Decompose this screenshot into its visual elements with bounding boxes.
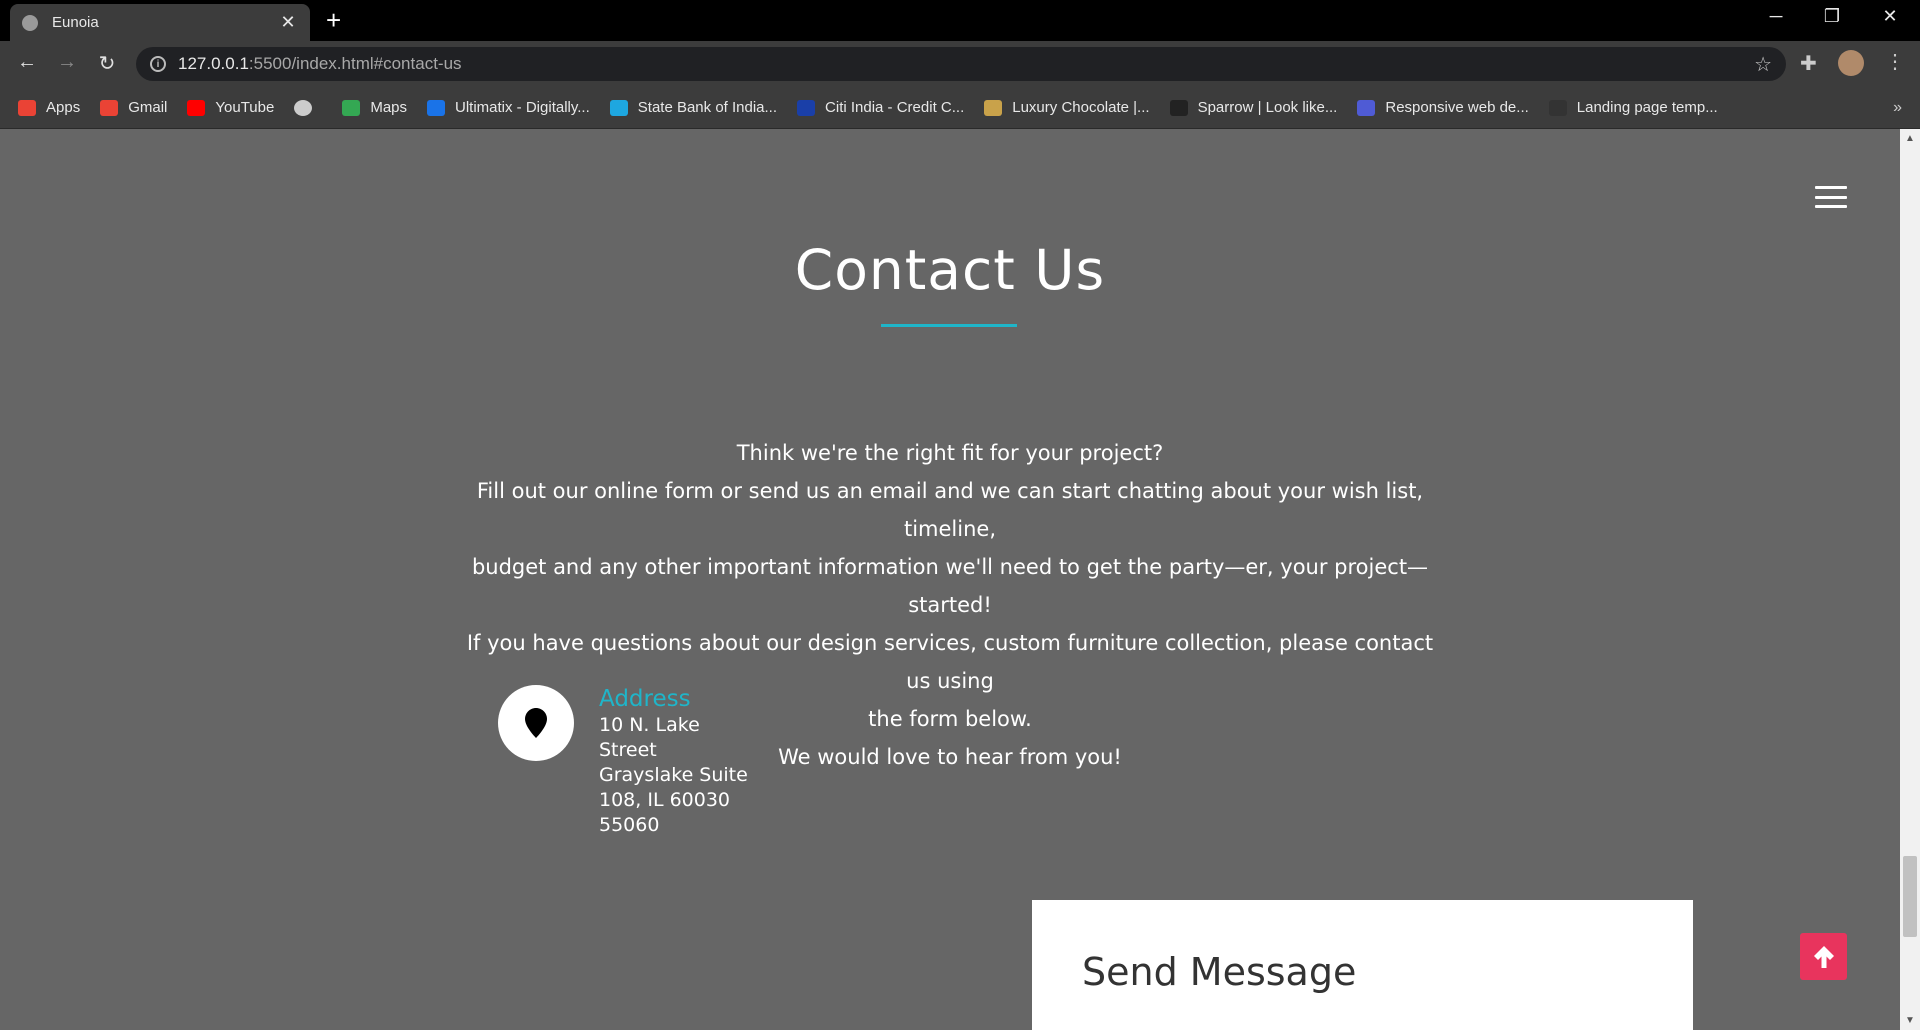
url-host: 127.0.0.1 <box>178 54 249 73</box>
page-content: Contact Us Think we're the right fit for… <box>0 129 1900 1030</box>
bookmarks-bar: Apps Gmail YouTube Maps Ultimatix - Digitall… <box>0 87 1920 129</box>
address-line: 108, IL 60030 <box>599 789 731 811</box>
back-to-top-button[interactable] <box>1800 933 1847 980</box>
bookmark-item[interactable]: Apps <box>18 99 80 116</box>
intro-line: Think we're the right fit for your proje… <box>736 441 1164 465</box>
bookmark-item[interactable]: Citi India - Credit C... <box>797 99 964 116</box>
bookmark-favicon-icon <box>984 99 1003 116</box>
more-bookmarks-icon[interactable]: » <box>1893 99 1902 117</box>
bookmark-item[interactable]: Ultimatix - Digitally... <box>427 99 590 116</box>
scroll-up-icon[interactable]: ▲ <box>1905 133 1915 144</box>
address-text: Address 10 N. Lake Street Grayslake Suite 1… <box>599 685 759 838</box>
address-bar[interactable]: i 127.0.0.1:5500/index.html#contact-us ☆ <box>136 47 1786 81</box>
browser-toolbar: ← → ↻ i 127.0.0.1:5500/index.html#contac… <box>0 41 1920 87</box>
send-message-card: Send Message <box>1032 900 1693 1030</box>
bookmark-favicon-icon <box>609 99 628 116</box>
bookmark-label: Gmail <box>128 99 168 116</box>
bookmark-star-icon[interactable]: ☆ <box>1754 52 1772 77</box>
bookmark-label: Sparrow | Look like... <box>1197 99 1338 116</box>
send-message-title: Send Message <box>1082 950 1357 994</box>
address-line: 55060 <box>599 814 660 836</box>
browser-tab-bar: Eunoia ✕ + ─ ❐ ✕ <box>0 0 1920 41</box>
bookmark-label: Luxury Chocolate |... <box>1012 99 1150 116</box>
bookmark-favicon-icon <box>1548 99 1567 116</box>
bookmark-item[interactable]: Gmail <box>100 99 167 116</box>
close-window-icon[interactable]: ✕ <box>1870 6 1910 27</box>
address-line: Grayslake Suite <box>599 764 748 786</box>
extensions-puzzle-icon[interactable]: ✚ <box>1800 51 1817 76</box>
bookmark-item[interactable]: State Bank of India... <box>609 99 778 116</box>
address-line: 10 N. Lake <box>599 714 700 736</box>
new-tab-button[interactable]: + <box>326 7 341 33</box>
close-tab-icon[interactable]: ✕ <box>278 12 298 33</box>
bookmark-favicon-icon <box>187 99 206 116</box>
intro-line: budget and any other important informati… <box>471 555 1429 617</box>
browser-menu-icon[interactable]: ⋮ <box>1885 49 1905 74</box>
bookmark-item[interactable]: Responsive web de... <box>1357 99 1529 116</box>
bookmark-item[interactable] <box>294 99 322 116</box>
bookmark-label: Citi India - Credit C... <box>825 99 965 116</box>
address-line: Street <box>599 739 657 761</box>
bookmark-label: State Bank of India... <box>637 99 778 116</box>
back-icon[interactable]: ← <box>13 51 41 74</box>
tab-title: Eunoia <box>52 14 99 31</box>
info-icon[interactable]: i <box>150 56 166 72</box>
url-path: :5500/index.html#contact-us <box>248 54 462 73</box>
bookmark-favicon-icon <box>342 99 361 116</box>
bookmark-label: YouTube <box>215 99 275 116</box>
bookmark-favicon-icon <box>294 99 313 116</box>
reload-icon[interactable]: ↻ <box>93 51 121 76</box>
bookmark-label: Apps <box>46 99 81 116</box>
title-underline <box>881 324 1017 327</box>
bookmark-label: Landing page temp... <box>1576 99 1718 116</box>
bookmark-favicon-icon <box>427 99 446 116</box>
scroll-down-icon[interactable]: ▼ <box>1905 1015 1915 1026</box>
bookmark-item[interactable]: Landing page temp... <box>1548 99 1718 116</box>
address-label: Address <box>599 686 691 712</box>
browser-tab[interactable]: Eunoia ✕ <box>10 4 310 41</box>
map-pin-icon <box>498 685 574 761</box>
bookmark-favicon-icon <box>100 99 119 116</box>
forward-icon[interactable]: → <box>53 51 81 74</box>
hamburger-menu-icon[interactable] <box>1815 186 1847 208</box>
bookmark-item[interactable]: Luxury Chocolate |... <box>984 99 1150 116</box>
bookmark-favicon-icon <box>1357 99 1376 116</box>
bookmark-label: Ultimatix - Digitally... <box>455 99 590 116</box>
arrow-up-icon <box>1813 945 1834 968</box>
page-scrollbar[interactable]: ▲ ▼ <box>1900 129 1920 1030</box>
bookmark-favicon-icon <box>1169 99 1188 116</box>
bookmark-favicon-icon <box>797 99 816 116</box>
minimize-icon[interactable]: ─ <box>1756 6 1796 27</box>
scroll-thumb[interactable] <box>1903 856 1917 937</box>
bookmark-item[interactable]: Sparrow | Look like... <box>1169 99 1338 116</box>
globe-icon <box>22 14 38 31</box>
bookmark-item[interactable]: Maps <box>342 99 407 116</box>
restore-icon[interactable]: ❐ <box>1812 6 1852 27</box>
bookmark-label: Maps <box>370 99 408 116</box>
bookmark-favicon-icon <box>18 99 36 116</box>
page-title: Contact Us <box>794 238 1106 302</box>
intro-line: Fill out our online form or send us an e… <box>476 479 1424 541</box>
profile-avatar[interactable] <box>1838 50 1864 76</box>
bookmark-label: Responsive web de... <box>1385 99 1529 116</box>
bookmark-item[interactable]: YouTube <box>187 99 274 116</box>
